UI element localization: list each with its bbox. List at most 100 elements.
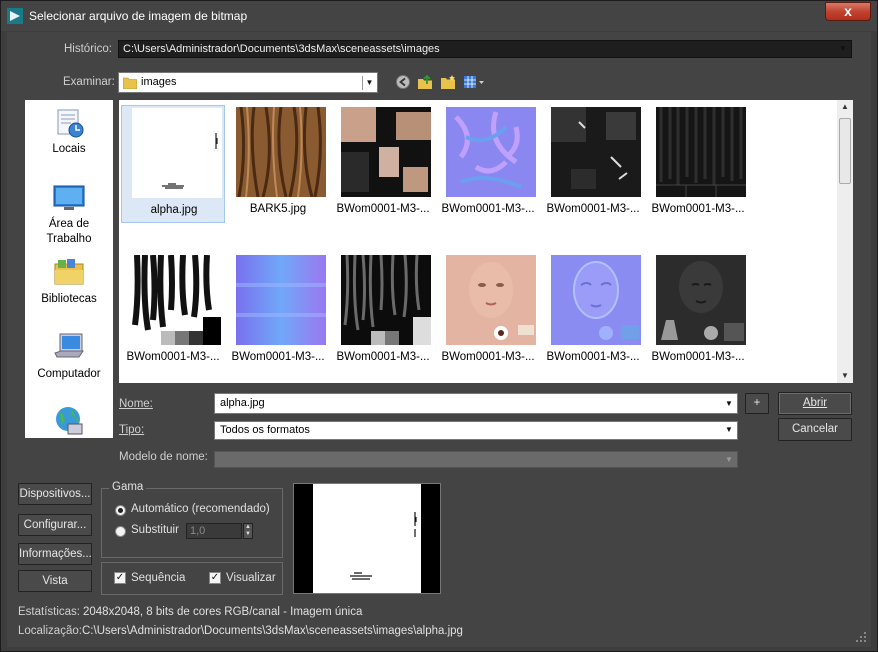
file-item[interactable]: BWom0001-M3-...	[331, 253, 435, 371]
gamma-auto-radio[interactable]	[115, 505, 126, 516]
file-name: BWom0001-M3-...	[651, 351, 745, 363]
file-item[interactable]: BWom0001-M3-...	[436, 253, 540, 371]
gamma-override-label: Substituir	[131, 524, 179, 536]
chevron-down-icon[interactable]: ▼	[362, 76, 376, 90]
sequence-checkbox[interactable]: ✓	[114, 572, 126, 584]
info-button[interactable]: Informações...	[18, 543, 92, 565]
file-item[interactable]: BWom0001-M3-...	[226, 253, 330, 371]
options-group: ✓ Sequência ✓ Visualizar	[101, 562, 283, 595]
file-name: BWom0001-M3-...	[126, 351, 220, 363]
stats-label: Estatísticas:	[18, 606, 80, 618]
pattern-label: Modelo de nome:	[119, 451, 208, 463]
resize-grip-icon[interactable]	[855, 631, 867, 643]
file-item[interactable]: BWom0001-M3-...	[436, 105, 540, 223]
lookin-value: images	[141, 76, 177, 88]
recent-places-icon	[57, 109, 84, 138]
place-computer[interactable]: Computador	[25, 331, 113, 382]
devices-button[interactable]: Dispositivos...	[18, 483, 92, 505]
scroll-down-icon[interactable]: ▼	[837, 369, 853, 383]
up-folder-icon[interactable]	[417, 74, 433, 90]
face-texture-thumbnail	[656, 255, 746, 345]
libraries-icon	[54, 259, 84, 285]
file-name: BWom0001-M3-...	[441, 203, 535, 215]
file-item[interactable]: BWom0001-M3-...	[541, 253, 645, 371]
file-list-scrollbar[interactable]: ▲ ▼	[837, 100, 853, 383]
location-label: Localização:	[18, 625, 82, 637]
image-preview	[293, 483, 441, 594]
title-bar[interactable]: Selecionar arquivo de imagem de bitmap x	[1, 1, 877, 31]
file-name: BWom0001-M3-...	[441, 351, 535, 363]
network-icon	[56, 407, 83, 435]
close-button[interactable]: x	[825, 2, 871, 21]
file-item[interactable]: BWom0001-M3-...	[646, 105, 750, 223]
texture-thumbnail	[656, 107, 746, 197]
place-label: Locais	[52, 143, 86, 155]
file-item[interactable]: BWom0001-M3-...	[541, 105, 645, 223]
gamma-override-radio[interactable]	[115, 526, 126, 537]
new-folder-icon[interactable]	[440, 74, 456, 90]
chevron-down-icon[interactable]: ▼	[722, 397, 736, 411]
location-value: C:\Users\Administrador\Documents\3dsMax\…	[82, 625, 463, 637]
texture-thumbnail	[551, 107, 641, 197]
file-item[interactable]: BWom0001-M3-...	[646, 253, 750, 371]
file-item[interactable]: BARK5.jpg	[226, 105, 330, 223]
places-bar: Locais Área de Trabalho Bibliotecas Comp…	[25, 100, 113, 438]
gamma-title: Gama	[109, 481, 147, 493]
history-label: Histórico:	[64, 43, 112, 55]
sequence-label: Sequência	[131, 572, 186, 584]
file-name: BWom0001-M3-...	[546, 203, 640, 215]
place-label: Computador	[37, 368, 101, 380]
file-item[interactable]: BWom0001-M3-...	[331, 105, 435, 223]
name-value: alpha.jpg	[220, 397, 265, 409]
setup-button[interactable]: Configurar...	[18, 514, 92, 536]
name-label: Nome:	[119, 398, 153, 410]
lookin-combo[interactable]: images ▼	[118, 72, 378, 93]
scroll-up-icon[interactable]: ▲	[837, 100, 853, 114]
history-combo[interactable]: C:\Users\Administrador\Documents\3dsMax\…	[118, 40, 852, 58]
type-combo[interactable]: Todos os formatos ▼	[214, 421, 738, 440]
history-value: C:\Users\Administrador\Documents\3dsMax\…	[123, 43, 440, 55]
add-pattern-button[interactable]: +	[745, 393, 769, 414]
preview-image	[294, 484, 440, 593]
type-label: Tipo:	[119, 424, 145, 436]
file-list[interactable]: alpha.jpg BARK5.jpg BWom0001-M3-... BWom…	[119, 100, 853, 383]
view-button[interactable]: Vista	[18, 570, 92, 592]
normal-map-thumbnail	[236, 255, 326, 345]
chevron-down-icon[interactable]: ▼	[722, 423, 736, 437]
alpha-thumbnail	[132, 108, 222, 198]
place-label: Bibliotecas	[41, 293, 97, 305]
folder-icon	[123, 77, 137, 89]
place-desktop[interactable]: Área de Trabalho	[25, 181, 113, 247]
spinner-arrows-icon[interactable]: ▲ ▼	[243, 523, 253, 539]
back-icon[interactable]	[395, 74, 411, 90]
file-name: BARK5.jpg	[249, 203, 307, 215]
file-name: BWom0001-M3-...	[336, 351, 430, 363]
file-name: BWom0001-M3-...	[336, 203, 430, 215]
preview-checkbox[interactable]: ✓	[209, 572, 221, 584]
file-item[interactable]: BWom0001-M3-...	[121, 253, 225, 371]
file-item[interactable]: alpha.jpg	[121, 105, 225, 223]
place-network[interactable]	[25, 404, 113, 440]
type-value: Todos os formatos	[220, 424, 310, 436]
normal-map-thumbnail	[446, 107, 536, 197]
chevron-down-icon[interactable]: ▼	[722, 453, 736, 467]
file-name: BWom0001-M3-...	[546, 351, 640, 363]
view-menu-icon[interactable]	[463, 74, 485, 90]
bitmap-file-dialog: Selecionar arquivo de imagem de bitmap x…	[0, 0, 878, 652]
scroll-thumb[interactable]	[839, 118, 851, 184]
open-button[interactable]: Abrir	[778, 392, 852, 415]
pattern-combo[interactable]: ▼	[214, 451, 738, 468]
hair-texture-thumbnail	[341, 255, 431, 345]
file-name: BWom0001-M3-...	[231, 351, 325, 363]
stats-value: 2048x2048, 8 bits de cores RGB/canal - I…	[83, 606, 363, 618]
place-libraries[interactable]: Bibliotecas	[25, 256, 113, 307]
file-name: BWom0001-M3-...	[651, 203, 745, 215]
gamma-override-input[interactable]: 1,0	[186, 523, 242, 539]
bark-thumbnail	[236, 107, 326, 197]
dialog-body: Histórico: C:\Users\Administrador\Docume…	[7, 32, 871, 647]
chevron-down-icon[interactable]: ▼	[836, 42, 850, 56]
name-field[interactable]: alpha.jpg ▼	[214, 393, 738, 414]
cancel-button[interactable]: Cancelar	[778, 418, 852, 441]
gamma-auto-label: Automático (recomendado)	[131, 503, 270, 515]
place-recent[interactable]: Locais	[25, 106, 113, 157]
